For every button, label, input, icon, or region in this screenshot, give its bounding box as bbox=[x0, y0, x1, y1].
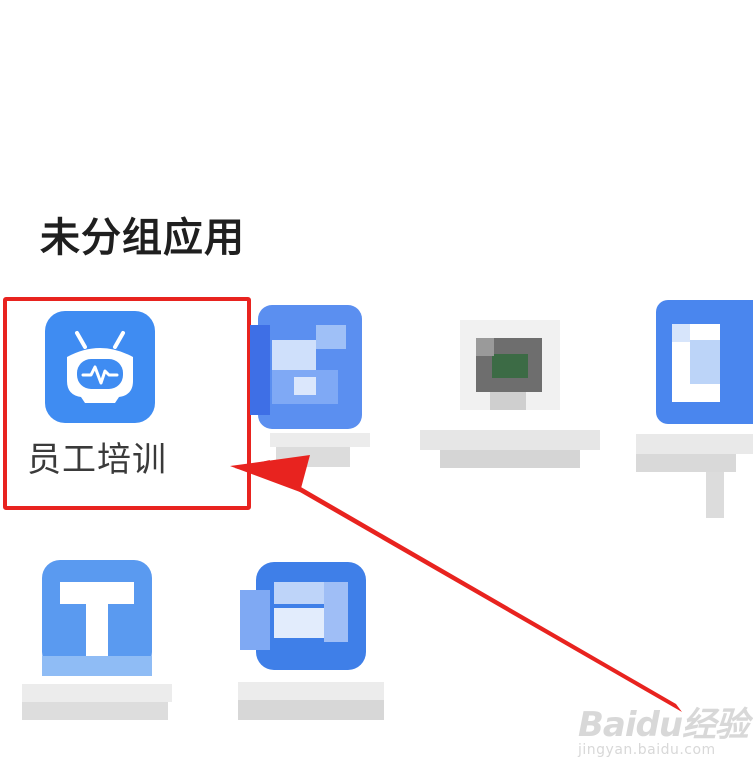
baidu-watermark: Baidu经验 jingyan.baidu.com bbox=[578, 697, 749, 758]
watermark-brand: Baidu经验 bbox=[578, 705, 749, 745]
annotation-arrow bbox=[230, 455, 682, 712]
